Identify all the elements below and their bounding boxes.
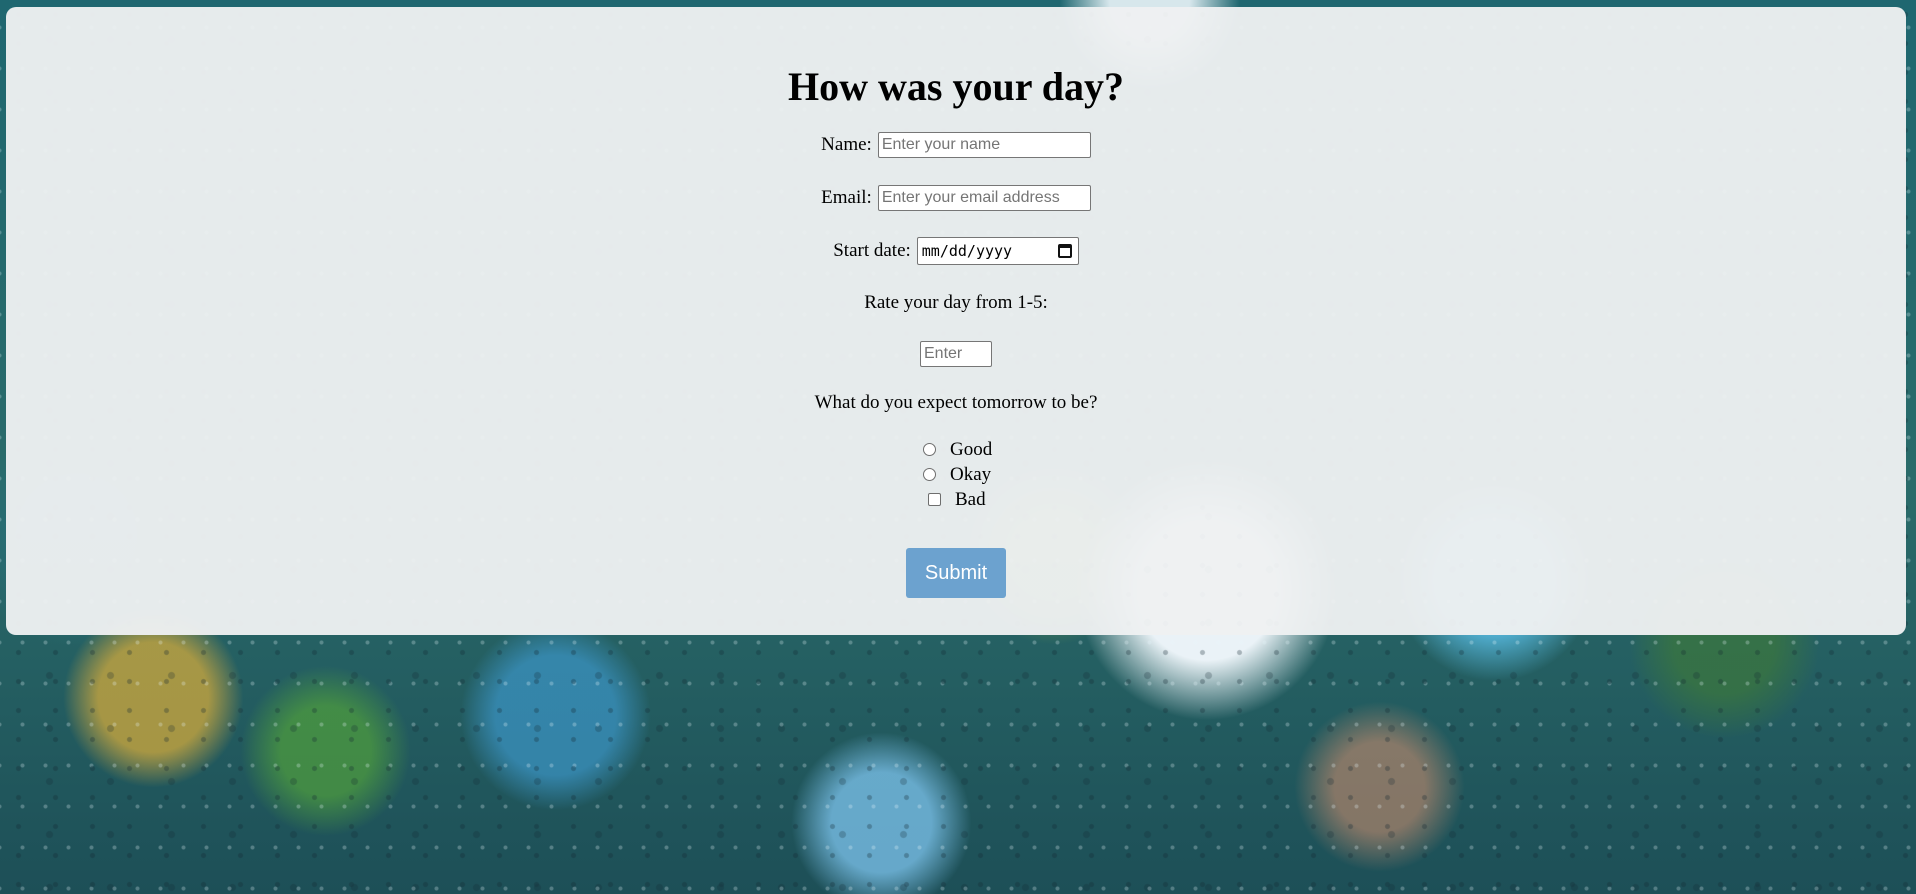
email-row: Email: xyxy=(6,185,1906,211)
rating-input[interactable] xyxy=(920,341,992,367)
name-row: Name: xyxy=(6,132,1906,158)
option-good[interactable]: Good xyxy=(922,437,992,462)
tomorrow-question-row: What do you expect tomorrow to be? xyxy=(6,392,1906,414)
tomorrow-options: Good Okay Bad xyxy=(922,437,992,512)
option-good-label: Good xyxy=(950,438,993,460)
name-label: Name: xyxy=(821,134,872,155)
radio-okay[interactable] xyxy=(923,468,936,481)
start-date-row: Start date: mm/dd/yyyy xyxy=(6,237,1906,265)
start-date-label: Start date: xyxy=(833,240,911,261)
option-bad-label: Bad xyxy=(955,488,986,510)
rating-row xyxy=(6,341,1906,367)
checkbox-bad[interactable] xyxy=(928,493,941,506)
email-label: Email: xyxy=(821,187,872,208)
rating-label: Rate your day from 1-5: xyxy=(864,292,1048,313)
calendar-icon[interactable] xyxy=(1057,244,1072,258)
radio-good[interactable] xyxy=(923,443,936,456)
tomorrow-question: What do you expect tomorrow to be? xyxy=(814,392,1098,413)
option-okay-label: Okay xyxy=(950,463,992,485)
start-date-input[interactable]: mm/dd/yyyy xyxy=(916,237,1079,265)
date-format-text: mm/dd/yyyy xyxy=(921,242,1013,260)
rating-label-row: Rate your day from 1-5: xyxy=(6,292,1906,314)
email-input[interactable] xyxy=(877,185,1091,211)
name-input[interactable] xyxy=(877,132,1091,158)
option-okay[interactable]: Okay xyxy=(922,462,992,487)
form-card: How was your day? Name: Email: Start dat… xyxy=(6,7,1906,635)
page-title: How was your day? xyxy=(788,64,1124,109)
option-bad[interactable]: Bad xyxy=(922,487,992,512)
submit-button[interactable]: Submit xyxy=(906,548,1006,598)
